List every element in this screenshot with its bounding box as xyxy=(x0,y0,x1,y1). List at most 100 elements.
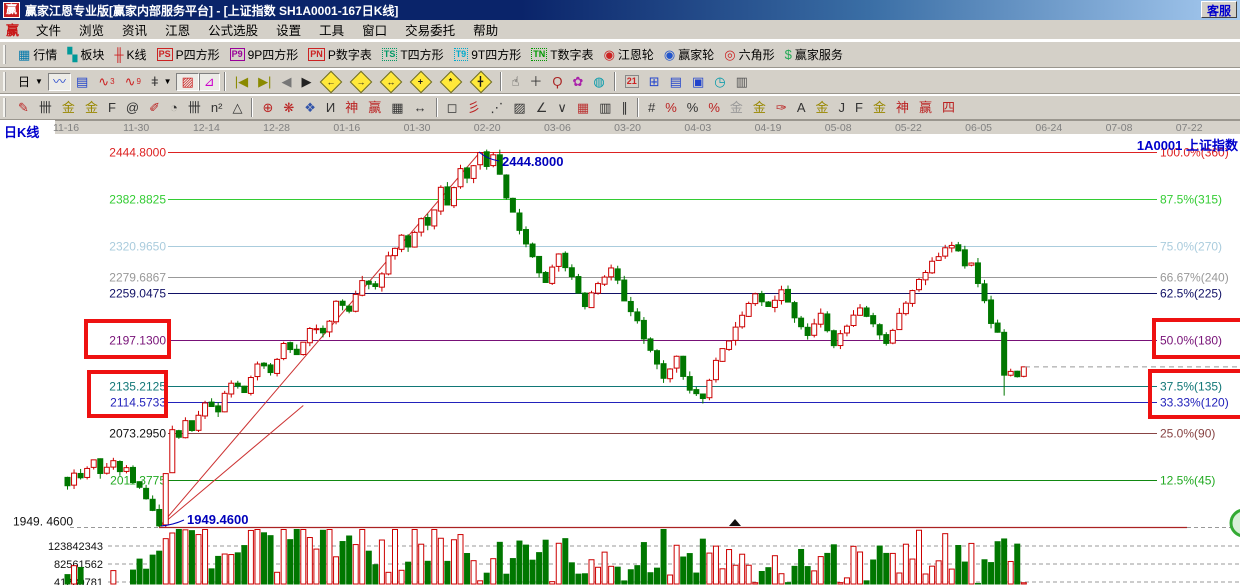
parallel-lines-button[interactable]: ∥ xyxy=(616,99,633,117)
winner-service-button[interactable]: $赢家服务 xyxy=(780,44,848,65)
magnifier-button[interactable]: Ϙ xyxy=(547,73,567,91)
gold-angle-button[interactable]: 金 xyxy=(811,99,834,117)
percent-line-button[interactable]: % xyxy=(703,99,725,117)
notepad-button[interactable]: ▤ xyxy=(665,73,687,91)
angle-a-button[interactable]: △ xyxy=(227,99,247,117)
float-service-badge[interactable] xyxy=(1231,510,1240,536)
expand-horizontal-button[interactable]: ↔ xyxy=(376,72,406,92)
zoom-reset-button[interactable]: ╋ xyxy=(466,72,496,92)
minor-wave-3-button[interactable]: ∿3 xyxy=(93,73,119,91)
menu-item-8[interactable]: 交易委托 xyxy=(396,24,464,38)
angle-lines-button[interactable]: ∠ xyxy=(531,99,553,117)
menu-item-6[interactable]: 工具 xyxy=(310,24,353,38)
menu-item-1[interactable]: 浏览 xyxy=(70,24,113,38)
shrink-left-button[interactable]: ← xyxy=(316,72,346,92)
fence-win-button[interactable]: 赢 xyxy=(363,99,386,117)
angle-f-button[interactable]: F xyxy=(850,99,868,117)
fan-red-button[interactable]: 彡 xyxy=(462,99,485,117)
gann-zone-toggle-button[interactable]: ▨ xyxy=(176,73,198,91)
grow-right-button[interactable]: → xyxy=(346,72,376,92)
period-day-select-button[interactable]: 日▼ xyxy=(13,71,48,92)
crosshair-button[interactable]: ＋ xyxy=(524,73,547,91)
next-bar-button[interactable]: ▶ xyxy=(296,73,316,91)
printer-button[interactable]: ▥ xyxy=(731,73,753,91)
flag-chart-toggle-button[interactable]: ⊿ xyxy=(199,73,220,91)
gann-fence-f-button[interactable]: F xyxy=(103,99,121,117)
gann-fence-button[interactable]: 卌 xyxy=(34,99,57,117)
angle-gold-button[interactable]: 金 xyxy=(868,99,891,117)
wheel-blue-button[interactable]: ❖ xyxy=(299,99,321,117)
percent-red-button[interactable]: % xyxy=(660,99,682,117)
pencil-fill-button[interactable]: ✐ xyxy=(144,99,165,117)
flower-tool-button[interactable]: ✿ xyxy=(568,73,589,91)
n-square-button[interactable]: n² xyxy=(206,99,228,117)
p-square-button[interactable]: PSP四方形 xyxy=(152,44,225,65)
t-number-table-button[interactable]: TNT数字表 xyxy=(526,44,598,65)
kline-view-button[interactable]: ╫K线 xyxy=(109,44,151,65)
ink-pen-button[interactable]: ✑ xyxy=(771,99,792,117)
fan-box-button[interactable]: ▨ xyxy=(508,99,530,117)
box-tool-button[interactable]: ◻ xyxy=(442,99,463,117)
stat-bars-button[interactable]: # xyxy=(643,99,660,117)
percent-black-button[interactable]: % xyxy=(682,99,704,117)
zoom-all-button[interactable]: * xyxy=(436,72,466,92)
customer-service-button[interactable]: 客服 xyxy=(1201,1,1237,18)
menu-item-7[interactable]: 窗口 xyxy=(353,24,396,38)
p-number-table-button[interactable]: PNP数字表 xyxy=(303,44,377,65)
fence-shen-button[interactable]: 神 xyxy=(340,99,363,117)
zoom-in-button[interactable]: + xyxy=(406,72,436,92)
gann-wheel-button[interactable]: ◉江恩轮 xyxy=(599,44,659,65)
winner-wheel-button[interactable]: ◉赢家轮 xyxy=(659,44,719,65)
menu-item-5[interactable]: 设置 xyxy=(267,24,310,38)
time-clock-button[interactable]: ◷ xyxy=(709,73,730,91)
gold-circle-button[interactable]: 金 xyxy=(725,99,748,117)
t-square-button[interactable]: TST四方形 xyxy=(377,44,449,65)
hexagon-button[interactable]: ◎六角形 xyxy=(719,44,779,65)
grid-red-button[interactable]: ▦ xyxy=(572,99,594,117)
first-page-button[interactable]: |◀ xyxy=(230,73,253,91)
calculator-button[interactable]: ⊞ xyxy=(644,73,665,91)
kline-chart[interactable]: 12384234382561562412807812444.8000100.0%… xyxy=(0,134,1240,585)
angle-four-button[interactable]: 四 xyxy=(937,99,960,117)
gann-fence-gold-1-button[interactable]: 金 xyxy=(57,99,80,117)
globe-tool-button[interactable]: ◍ xyxy=(588,73,609,91)
last-page-button[interactable]: ▶| xyxy=(253,73,276,91)
9t-square-button[interactable]: T99T四方形 xyxy=(449,44,527,65)
circle-cross-button[interactable]: ⊕ xyxy=(257,99,278,117)
calendar-21-button[interactable]: 21 xyxy=(620,73,644,90)
info-panel-button[interactable]: ▤ xyxy=(71,73,93,91)
gold-line-button[interactable]: 金 xyxy=(748,99,771,117)
minor-wave-9-button[interactable]: ∿9 xyxy=(120,73,146,91)
menu-item-3[interactable]: 江恩 xyxy=(156,24,199,38)
angle-win-button[interactable]: 赢 xyxy=(914,99,937,117)
sector-blocks-button[interactable]: ▚板块 xyxy=(62,44,109,65)
save-disk-icon: ▣ xyxy=(692,75,704,89)
zigzag-wave-button[interactable]: ∨ xyxy=(552,99,572,117)
menu-item-2[interactable]: 资讯 xyxy=(113,24,156,38)
span-arrow-button[interactable]: ↔ xyxy=(409,99,432,117)
grid-black-button[interactable]: ▥ xyxy=(594,99,616,117)
save-disk-button[interactable]: ▣ xyxy=(687,73,709,91)
gann-fence-2-button[interactable]: 卌 xyxy=(183,99,206,117)
gann-fence-gold-2-button[interactable]: 金 xyxy=(80,99,103,117)
wave-a-button[interactable]: A xyxy=(792,99,811,117)
trend-chart-toggle-button[interactable]: 〰 xyxy=(48,73,71,91)
drag-hand-button[interactable]: ☝ xyxy=(506,73,524,91)
candle-style-button[interactable]: ǂ▼ xyxy=(146,73,177,91)
quote-table-button[interactable]: ▦行情 xyxy=(13,44,62,65)
minor-wave-9-sub: 9 xyxy=(137,77,141,86)
time-cycle-button[interactable]: ◔ xyxy=(165,99,183,117)
menu-item-9[interactable]: 帮助 xyxy=(464,24,507,38)
resistance-marks-button[interactable]: И xyxy=(321,99,340,117)
angle-shen-button[interactable]: 神 xyxy=(891,99,914,117)
spiral-tool-button[interactable]: @ xyxy=(121,99,144,117)
menu-item-0[interactable]: 文件 xyxy=(27,24,70,38)
prev-bar-button[interactable]: ◀ xyxy=(276,73,296,91)
wheel-red-green-button[interactable]: ❋ xyxy=(278,99,299,117)
9p-square-button[interactable]: P99P四方形 xyxy=(225,44,304,65)
fan-lines-button[interactable]: ⋰ xyxy=(485,99,508,117)
menu-item-4[interactable]: 公式选股 xyxy=(199,24,267,38)
grid-123-button[interactable]: ▦ xyxy=(386,99,408,117)
angle-j-button[interactable]: J xyxy=(834,99,851,117)
pencil-tool-button[interactable]: ✎ xyxy=(13,99,34,117)
